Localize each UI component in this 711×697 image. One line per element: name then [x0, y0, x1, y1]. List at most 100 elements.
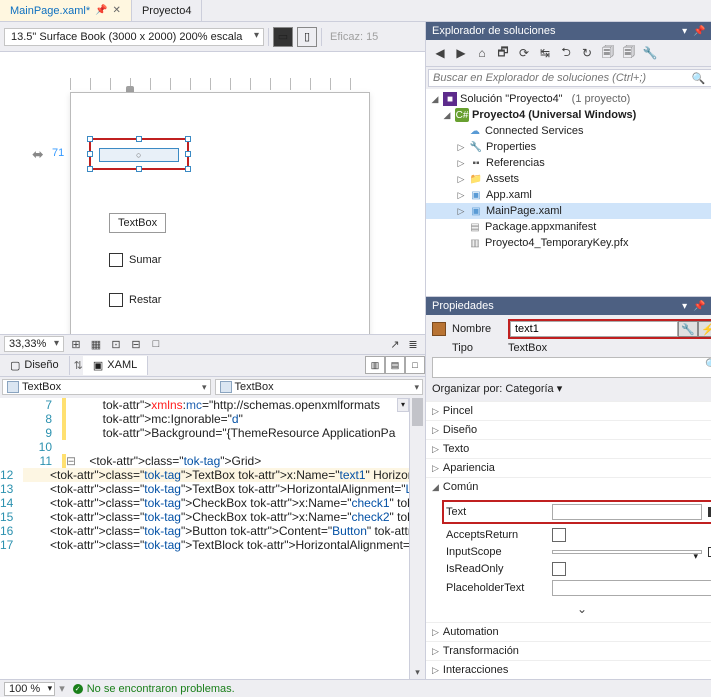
search-icon[interactable]: 🔍 [688, 72, 710, 85]
expand-icon[interactable]: ▷ [456, 190, 466, 201]
cat-automation[interactable]: ▷Automation [426, 622, 711, 641]
snap3-icon[interactable]: □ [148, 336, 164, 352]
tree-assets[interactable]: ▷ 📁 Assets [426, 171, 711, 187]
properties-search[interactable]: 🔍 [432, 357, 711, 378]
checkbox-restar[interactable]: Restar [109, 293, 161, 307]
tree-key[interactable]: ▥ Proyecto4_TemporaryKey.pfx [426, 235, 711, 251]
chain-icon[interactable]: ⬌ [32, 146, 44, 163]
solution-explorer-title[interactable]: Explorador de soluciones ▾ 📌 ✕ [426, 22, 711, 40]
tree-mainpage[interactable]: ▷ ▣ MainPage.xaml [426, 203, 711, 219]
events-icon[interactable]: ⚡ [698, 321, 711, 337]
cat-apariencia[interactable]: ▷Apariencia [426, 458, 711, 477]
layout-vertical-icon[interactable]: ▤ [385, 356, 405, 374]
sync-icon[interactable]: 🗗 [493, 43, 513, 63]
properties-icon[interactable]: 🔧 [640, 43, 660, 63]
expand-icon[interactable]: ▷ [456, 206, 466, 217]
refresh-icon[interactable]: ⟳ [514, 43, 534, 63]
show-all-icon[interactable]: ⮌ [556, 43, 576, 63]
status-message[interactable]: ✓ No se encontraron problemas. [73, 683, 235, 695]
collapse-icon[interactable]: ↹ [535, 43, 555, 63]
organize-label[interactable]: Organizar por: Categoría ▾ [432, 380, 711, 397]
toggle-icon[interactable]: ≣ [405, 336, 421, 352]
scroll-thumb[interactable] [412, 398, 423, 426]
code-editor[interactable]: ▾ 7 tok-attr">xmlns:mc="http://schemas.o… [0, 398, 425, 680]
tab-mainpage[interactable]: MainPage.xaml* 📌 ✕ [0, 0, 132, 21]
cat-pincel[interactable]: ▷Pincel [426, 401, 711, 420]
textbox-control[interactable]: ○ [99, 148, 179, 162]
checkbox-box[interactable] [109, 293, 123, 307]
wrench-icon[interactable]: 🔧 [678, 321, 698, 337]
grid-icon[interactable]: ⊞ [68, 336, 84, 352]
home-icon[interactable]: ⌂ [472, 43, 492, 63]
name-input[interactable] [510, 321, 678, 337]
text-input[interactable] [552, 504, 702, 520]
portrait-icon[interactable]: ▯ [297, 27, 317, 47]
solution-search[interactable]: 🔍 ▾ [428, 69, 711, 87]
back-icon[interactable]: ◀ [430, 43, 450, 63]
split-icon[interactable]: ▾ [397, 398, 409, 412]
expand-icon[interactable]: ◢ [430, 94, 440, 105]
arrow-icon[interactable]: ↗ [387, 336, 403, 352]
dropdown-icon[interactable]: ▾ [682, 26, 687, 37]
copy2-icon[interactable]: 🗐 [619, 43, 639, 63]
tree-properties[interactable]: ▷ 🔧 Properties [426, 139, 711, 155]
tree-app-xaml[interactable]: ▷ ▣ App.xaml [426, 187, 711, 203]
forward-icon[interactable]: ▶ [451, 43, 471, 63]
search-input[interactable] [429, 70, 688, 86]
expand-icon[interactable]: ◢ [442, 110, 452, 121]
artboard[interactable]: ○ TextBox Sumar Restar Button [70, 92, 370, 334]
checkbox[interactable] [552, 562, 566, 576]
tab-design[interactable]: ▢ Diseño [0, 356, 70, 375]
tree-connected[interactable]: ☁ Connected Services [426, 123, 711, 139]
copy-icon[interactable]: 🗐 [598, 43, 618, 63]
selected-textbox[interactable]: ○ [89, 138, 189, 170]
tree-manifest[interactable]: ▤ Package.appxmanifest [426, 219, 711, 235]
chevron-down-icon[interactable]: ▾ [557, 383, 563, 395]
tree-references[interactable]: ▷ ▪▪ Referencias [426, 155, 711, 171]
zoom-combo[interactable]: 33,33% [4, 336, 64, 352]
element-combo-left[interactable]: TextBox [2, 379, 211, 395]
pin-icon[interactable]: 📌 [693, 26, 705, 37]
layout-horizontal-icon[interactable]: ▥ [365, 356, 385, 374]
cat-interacciones[interactable]: ▷Interacciones [426, 660, 711, 679]
scroll-down-icon[interactable]: ▾ [410, 665, 425, 679]
expand-icon[interactable]: ▷ [456, 158, 466, 169]
cat-comun[interactable]: ◢Común [426, 477, 711, 496]
cat-texto[interactable]: ▷Texto [426, 439, 711, 458]
close-icon[interactable]: ✕ [113, 5, 121, 16]
cat-diseno[interactable]: ▷Diseño [426, 420, 711, 439]
pin-icon[interactable]: 📌 [95, 5, 107, 16]
checkbox[interactable] [552, 528, 566, 542]
element-combo-right[interactable]: TextBox [215, 379, 424, 395]
tab-xaml[interactable]: ▣ XAML [83, 356, 148, 375]
refresh2-icon[interactable]: ↻ [577, 43, 597, 63]
swap-icon[interactable]: ⇅ [74, 359, 83, 372]
status-zoom-combo[interactable]: 100 % [4, 682, 55, 696]
expand-more-icon[interactable]: ⌄ [446, 600, 711, 618]
solution-tree[interactable]: ◢ ■ Solución "Proyecto4" (1 proyecto) ◢ … [426, 89, 711, 296]
expand-icon[interactable]: ▷ [456, 142, 466, 153]
grid2-icon[interactable]: ▦ [88, 336, 104, 352]
textbox-control-2[interactable]: TextBox [109, 213, 166, 233]
landscape-icon[interactable]: ▭ [273, 27, 293, 47]
search-input[interactable] [433, 358, 705, 377]
expand-icon[interactable]: ▷ [456, 174, 466, 185]
snap-icon[interactable]: ⊡ [108, 336, 124, 352]
tree-project[interactable]: ◢ C# Proyecto4 (Universal Windows) [426, 107, 711, 123]
layout-full-icon[interactable]: □ [405, 356, 425, 374]
input-scope-combo[interactable] [552, 550, 702, 554]
design-surface[interactable]: 69 ⬌ 71 ○ TextBox Sumar [0, 52, 425, 334]
dropdown-icon[interactable]: ▾ [682, 301, 687, 312]
pin-icon[interactable]: 📌 [693, 301, 705, 312]
checkbox-box[interactable] [109, 253, 123, 267]
cat-transformacion[interactable]: ▷Transformación [426, 641, 711, 660]
device-combo[interactable]: 13.5" Surface Book (3000 x 2000) 200% es… [4, 28, 264, 46]
search-icon[interactable]: 🔍 [705, 358, 711, 377]
tab-proyecto4[interactable]: Proyecto4 [132, 0, 203, 21]
tree-solution[interactable]: ◢ ■ Solución "Proyecto4" (1 proyecto) [426, 91, 711, 107]
snap2-icon[interactable]: ⊟ [128, 336, 144, 352]
placeholder-input[interactable] [552, 580, 711, 596]
vertical-scrollbar[interactable]: ▴ ▾ [409, 398, 425, 680]
properties-title[interactable]: Propiedades ▾ 📌 ✕ [426, 297, 711, 315]
checkbox-sumar[interactable]: Sumar [109, 253, 161, 267]
